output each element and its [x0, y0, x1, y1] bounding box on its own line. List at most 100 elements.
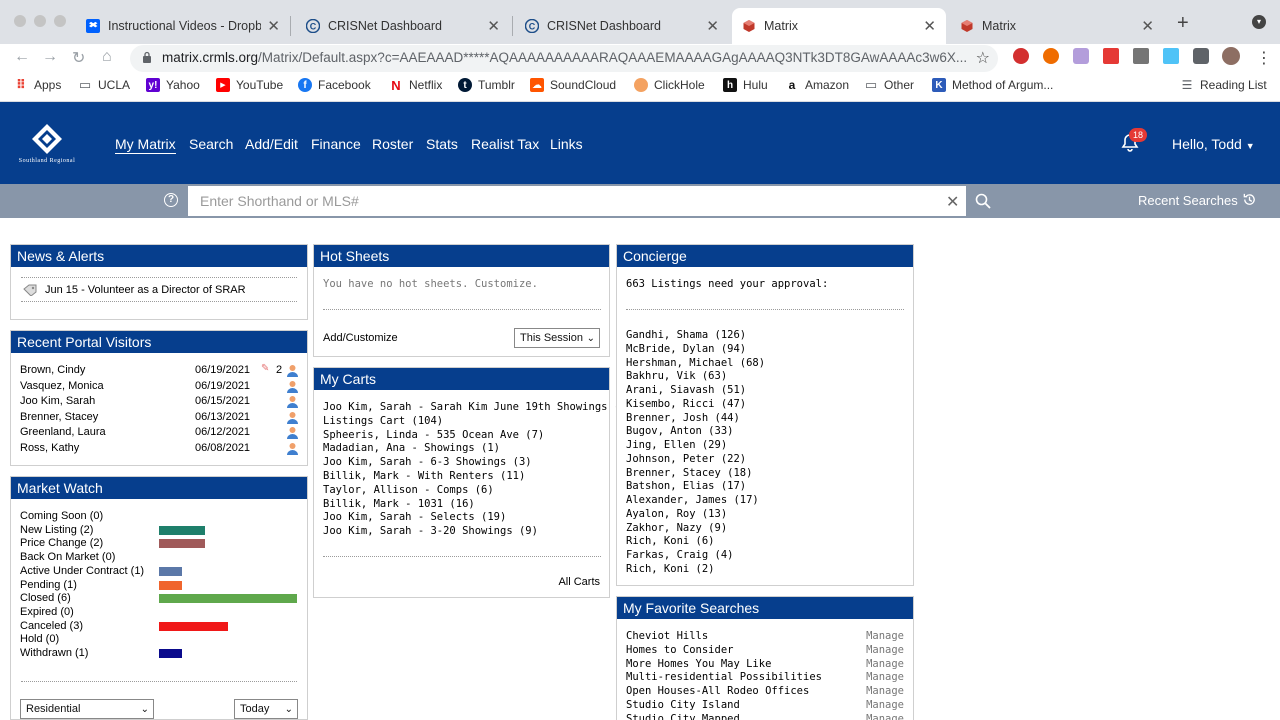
manage-link[interactable]: Manage: [866, 658, 904, 670]
person-icon[interactable]: [286, 442, 299, 455]
nav-links[interactable]: Links: [550, 136, 583, 152]
reload-icon[interactable]: ↻: [72, 48, 85, 68]
concierge-agent-item[interactable]: Hershman, Michael (68): [626, 357, 765, 369]
concierge-agent-item[interactable]: Zakhor, Nazy (9): [626, 522, 727, 534]
nav-add-edit[interactable]: Add/Edit: [245, 136, 298, 152]
market-watch-label[interactable]: Withdrawn (1): [20, 647, 88, 659]
market-watch-label[interactable]: Canceled (3): [20, 620, 83, 632]
concierge-agent-item[interactable]: Farkas, Craig (4): [626, 549, 733, 561]
bookmark-soundcloud[interactable]: ☁ SoundCloud: [530, 78, 616, 92]
favorite-search-item[interactable]: Studio City Mapped: [626, 713, 740, 720]
favorite-search-item[interactable]: More Homes You May Like: [626, 658, 771, 670]
close-icon[interactable]: ✕: [487, 17, 500, 35]
bookmark-method-of-argument[interactable]: K Method of Argum...: [932, 78, 1053, 92]
market-watch-bar[interactable]: [159, 566, 182, 576]
nav-stats[interactable]: Stats: [426, 136, 458, 152]
cart-item[interactable]: Listings Cart (104): [323, 415, 443, 427]
manage-link[interactable]: Manage: [866, 713, 904, 720]
cart-item[interactable]: Taylor, Allison - Comps (6): [323, 484, 494, 496]
market-watch-bar[interactable]: [159, 649, 182, 658]
nav-my-matrix[interactable]: My Matrix: [115, 136, 176, 154]
puzzle-extensions-icon[interactable]: [1193, 48, 1209, 64]
visitor-name[interactable]: Vasquez, Monica: [20, 380, 104, 392]
manage-link[interactable]: Manage: [866, 699, 904, 711]
concierge-agent-item[interactable]: Ayalon, Roy (13): [626, 508, 727, 520]
visitor-name[interactable]: Greenland, Laura: [20, 426, 106, 438]
market-watch-label[interactable]: Price Change (2): [20, 537, 103, 549]
market-watch-label[interactable]: Back On Market (0): [20, 551, 115, 563]
bookmark-apps[interactable]: ⠿ Apps: [14, 77, 61, 92]
home-icon[interactable]: ⌂: [102, 48, 112, 66]
visitor-name[interactable]: Joo Kim, Sarah: [20, 395, 95, 407]
concierge-agent-item[interactable]: Bakhru, Vik (63): [626, 370, 727, 382]
manage-link[interactable]: Manage: [866, 644, 904, 656]
bookmark-hulu[interactable]: h Hulu: [723, 78, 768, 92]
bookmark-facebook[interactable]: f Facebook: [298, 78, 371, 92]
concierge-agent-item[interactable]: McBride, Dylan (94): [626, 343, 746, 355]
cart-item[interactable]: Madadian, Ana - Showings (1): [323, 442, 500, 454]
session-select[interactable]: This Session ⌄: [514, 328, 600, 348]
window-zoom-button[interactable]: [54, 15, 66, 27]
market-watch-bar[interactable]: [159, 621, 228, 631]
new-tab-button[interactable]: +: [1177, 12, 1189, 35]
nav-realist-tax[interactable]: Realist Tax: [471, 136, 539, 152]
person-icon[interactable]: [286, 380, 299, 393]
favorite-search-item[interactable]: Open Houses-All Rodeo Offices: [626, 685, 809, 697]
bookmark-yahoo[interactable]: y! Yahoo: [146, 78, 200, 92]
bookmark-clickhole[interactable]: ClickHole: [634, 78, 705, 92]
shorthand-search-input[interactable]: [188, 186, 966, 216]
nav-roster[interactable]: Roster: [372, 136, 413, 152]
visitor-name[interactable]: Brown, Cindy: [20, 364, 85, 376]
player-extension-icon[interactable]: [1043, 48, 1059, 64]
concierge-agent-item[interactable]: Johnson, Peter (22): [626, 453, 746, 465]
market-watch-label[interactable]: Pending (1): [20, 579, 77, 591]
manage-link[interactable]: Manage: [866, 685, 904, 697]
market-watch-label[interactable]: Closed (6): [20, 592, 71, 604]
concierge-agent-item[interactable]: Gandhi, Shama (126): [626, 329, 746, 341]
close-icon[interactable]: ✕: [1141, 17, 1154, 35]
person-icon[interactable]: [286, 426, 299, 440]
close-icon[interactable]: ✕: [923, 17, 936, 35]
adblock-extension-icon[interactable]: [1013, 48, 1029, 64]
user-menu[interactable]: Hello, Todd ▼: [1172, 136, 1255, 152]
add-customize-link[interactable]: Add/Customize: [323, 332, 398, 344]
market-watch-label[interactable]: Active Under Contract (1): [20, 565, 144, 577]
window-close-button[interactable]: [14, 15, 26, 27]
manage-link[interactable]: Manage: [866, 630, 904, 642]
concierge-agent-item[interactable]: Brenner, Stacey (18): [626, 467, 752, 479]
market-watch-label[interactable]: Coming Soon (0): [20, 510, 103, 522]
concierge-agent-item[interactable]: Jing, Ellen (29): [626, 439, 727, 451]
visitor-name[interactable]: Brenner, Stacey: [20, 411, 98, 423]
southland-regional-logo[interactable]: Southland Regional: [6, 122, 88, 168]
cart-item[interactable]: Billik, Mark - With Renters (11): [323, 470, 525, 482]
market-watch-bar[interactable]: [159, 580, 182, 590]
concierge-agent-item[interactable]: Kisembo, Ricci (47): [626, 398, 746, 410]
clear-search-icon[interactable]: ✕: [946, 192, 959, 212]
pen-extension-icon[interactable]: [1133, 48, 1149, 64]
cart-item[interactable]: Billik, Mark - 1031 (16): [323, 498, 475, 510]
concierge-agent-item[interactable]: Arani, Siavash (51): [626, 384, 746, 396]
all-carts-link[interactable]: All Carts: [558, 576, 600, 588]
kebab-menu-icon[interactable]: ⋮: [1256, 48, 1272, 68]
bookmark-amazon[interactable]: a Amazon: [785, 78, 849, 92]
period-select[interactable]: Today ⌄: [234, 699, 298, 719]
concierge-agent-item[interactable]: Rich, Koni (2): [626, 563, 715, 575]
market-watch-bar[interactable]: [159, 594, 297, 604]
cart-item[interactable]: Joo Kim, Sarah - Selects (19): [323, 511, 506, 523]
thumbs-icon[interactable]: ✎: [261, 363, 269, 374]
bookmark-star-icon[interactable]: ☆: [976, 48, 990, 68]
browser-tab-matrix[interactable]: Matrix ✕: [950, 8, 1164, 44]
cart-item[interactable]: Joo Kim, Sarah - 6-3 Showings (3): [323, 456, 532, 468]
history-icon[interactable]: [1242, 192, 1257, 207]
back-icon[interactable]: ←: [14, 48, 30, 66]
person-icon[interactable]: [286, 364, 299, 377]
cup-extension-icon[interactable]: [1163, 48, 1179, 64]
tp-extension-icon[interactable]: [1103, 48, 1119, 64]
favorite-search-item[interactable]: Cheviot Hills: [626, 630, 708, 642]
hot-sheets-empty-message[interactable]: You have no hot sheets. Customize.: [323, 278, 538, 290]
concierge-agent-item[interactable]: Alexander, James (17): [626, 494, 759, 506]
browser-tab-dropbox[interactable]: Instructional Videos - Dropbox ✕: [76, 8, 290, 44]
concierge-agent-item[interactable]: Rich, Koni (6): [626, 535, 715, 547]
profile-avatar[interactable]: [1222, 47, 1240, 65]
forward-icon[interactable]: →: [42, 48, 58, 66]
